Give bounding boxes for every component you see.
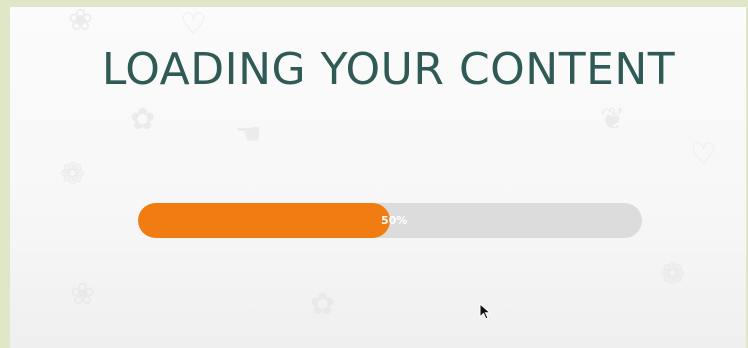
background-star-icon: ✿ — [130, 102, 156, 137]
progress-bar-fill — [138, 203, 390, 238]
background-leaf-icon: ❦ — [600, 102, 626, 137]
background-paw-icon: ❀ — [68, 7, 94, 38]
outer-frame: ❀ ♡ ✿ ☚ ❁ ❦ ♡ ❀ ✿ ❁ LOADING YOUR CONTENT… — [0, 0, 748, 348]
background-heart-icon: ♡ — [690, 137, 717, 172]
background-heart-icon: ♡ — [180, 7, 207, 42]
progress-bar: 50% — [138, 203, 642, 238]
background-hand-icon: ☚ — [235, 117, 262, 152]
background-paw-icon: ❀ — [70, 277, 96, 312]
progress-percentage-label: 50% — [381, 214, 408, 227]
background-flower-icon: ❁ — [60, 157, 86, 192]
loading-screen: ❀ ♡ ✿ ☚ ❁ ❦ ♡ ❀ ✿ ❁ LOADING YOUR CONTENT… — [10, 7, 746, 348]
loading-title: LOADING YOUR CONTENT — [101, 44, 676, 95]
background-star-icon: ✿ — [310, 287, 336, 322]
mouse-pointer-icon — [479, 303, 492, 320]
background-flower-icon: ❁ — [660, 257, 686, 292]
